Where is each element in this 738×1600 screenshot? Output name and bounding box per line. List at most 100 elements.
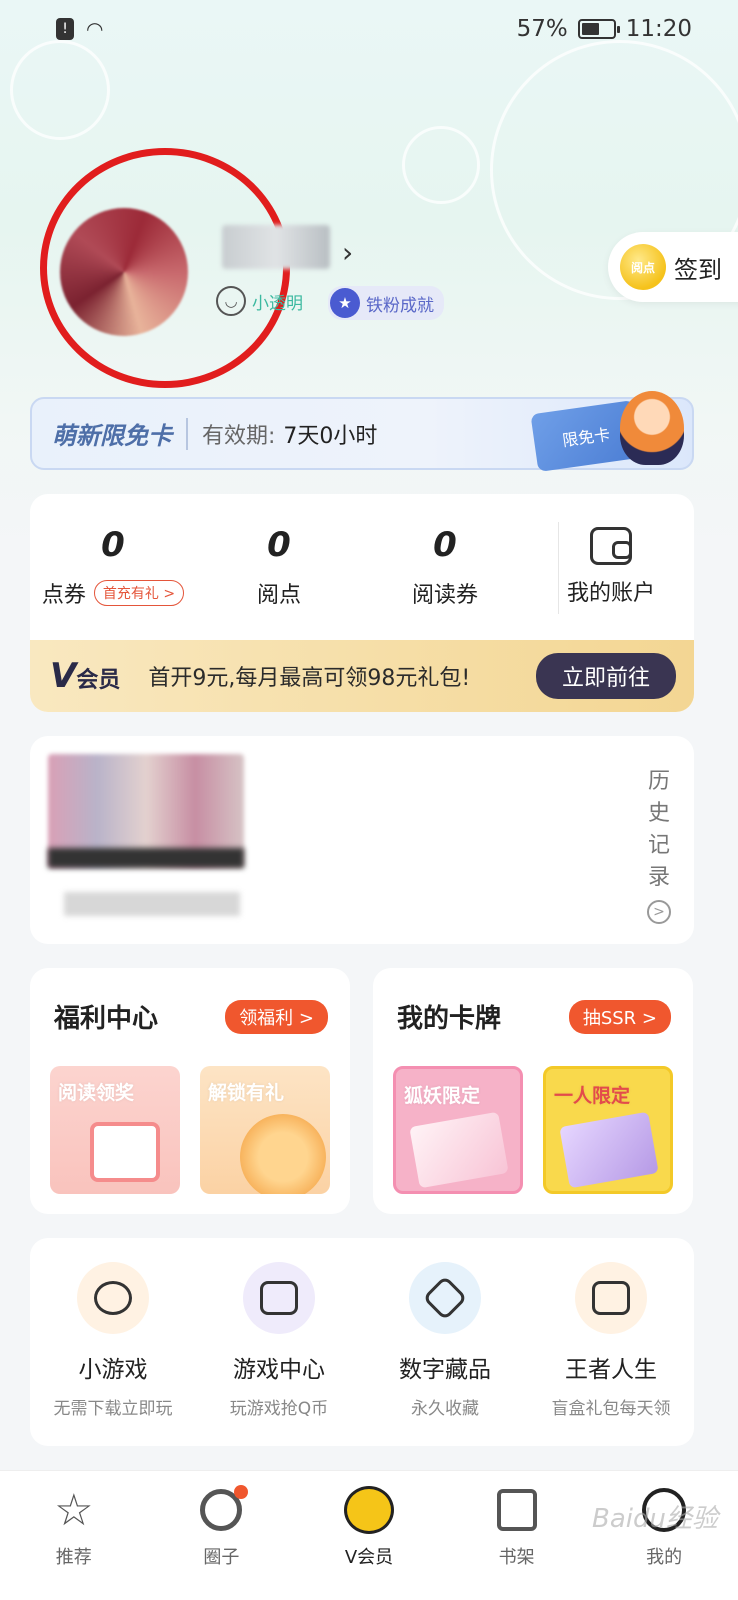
free-card-banner[interactable]: 萌新限免卡 有效期: 7天0小时 限免卡 (30, 391, 694, 472)
feature-sub: 永久收藏 (411, 1399, 479, 1419)
divider (186, 417, 188, 450)
vip-promo-bar[interactable]: V会员 首开9元,每月最高可领98元礼包! 立即前往 (30, 640, 694, 712)
tag-achievement-label: 铁粉成就 (366, 295, 434, 316)
feature-sub: 盲盒礼包每天领 (551, 1399, 671, 1419)
features-card: 小游戏 无需下载立即玩 游戏中心 玩游戏抢Q币 数字藏品 永久收藏 王者人生 盲… (30, 1238, 694, 1446)
tab-label: V会员 (344, 1547, 394, 1568)
stat-coupon-value: 0 (101, 525, 125, 565)
history-record-button[interactable]: 历 史 记 录 > (644, 766, 674, 924)
stat-coupon-label: 点券 (41, 583, 86, 608)
stat-coupon-label-row: 点券 首充有礼 > (41, 577, 185, 609)
feature-mini-games[interactable]: 小游戏 无需下载立即玩 (30, 1238, 196, 1446)
stat-read-voucher-value: 0 (433, 525, 457, 565)
card-tile-fox[interactable]: 狐妖限定 (393, 1066, 523, 1194)
feature-digital-collectibles[interactable]: 数字藏品 永久收藏 (362, 1238, 528, 1446)
bookshelf-icon-shape (496, 1489, 537, 1531)
stat-points-label: 阅点 (256, 583, 301, 608)
pacman-icon-shape (94, 1281, 132, 1315)
tag-rank[interactable]: ◡ 小透明 (216, 286, 303, 316)
clock: 11:20 (625, 16, 692, 42)
tab-me[interactable]: 我的 (590, 1471, 738, 1600)
feature-sub: 玩游戏抢Q币 (229, 1399, 329, 1419)
mascot-illustration (620, 391, 684, 465)
my-account-button[interactable]: 我的账户 (528, 494, 694, 640)
tag-rank-label: 小透明 (252, 293, 303, 314)
star-badge-icon: ★ (330, 288, 360, 318)
cards-title: 我的卡牌 (397, 1004, 502, 1034)
bookshelf-icon (492, 1485, 542, 1535)
smile-icon: ◡ (216, 286, 246, 316)
gamepad-icon (243, 1262, 315, 1334)
history-char: 史 (647, 801, 670, 826)
book-title-blurred (64, 892, 240, 916)
vip-logo: V会员 (50, 656, 120, 696)
vip-go-button[interactable]: 立即前往 (535, 653, 676, 699)
stat-read-voucher-label: 阅读券 (411, 583, 478, 608)
history-card: 历 史 记 录 > (30, 736, 694, 944)
username-blurred[interactable] (222, 225, 330, 269)
tab-recommend[interactable]: ☆ 推荐 (0, 1471, 148, 1600)
card-collection: 我的卡牌 抽SSR > 狐妖限定 一人限定 (373, 968, 693, 1214)
wallet-icon (590, 527, 632, 565)
welfare-card: 福利中心 领福利 > 阅读领奖 解锁有礼 (30, 968, 350, 1214)
welfare-button[interactable]: 领福利 > (225, 1000, 328, 1034)
cube-icon-shape (422, 1275, 468, 1321)
feature-game-center[interactable]: 游戏中心 玩游戏抢Q币 (196, 1238, 362, 1446)
stat-read-voucher[interactable]: 0 阅读券 (362, 494, 528, 640)
battery-percent: 57% (516, 16, 568, 42)
tab-vip[interactable]: V会员 (295, 1471, 443, 1600)
alert-icon: ! (56, 18, 74, 40)
vip-promo-text: 首开9元,每月最高可领98元礼包! (148, 666, 471, 691)
book-cover-blurred-bar (48, 848, 244, 868)
gift-box-icon-shape (592, 1281, 630, 1315)
welfare-tile-unlock[interactable]: 解锁有礼 (200, 1066, 330, 1194)
stat-coupon[interactable]: 0 点券 首充有礼 > (30, 494, 196, 640)
welfare-title: 福利中心 (54, 1004, 159, 1034)
ticket-text: 限免卡 (561, 424, 612, 451)
card-tile-one[interactable]: 一人限定 (543, 1066, 673, 1194)
history-char: 录 (647, 865, 670, 890)
draw-ssr-button[interactable]: 抽SSR > (568, 1000, 671, 1034)
history-char: 历 (647, 769, 670, 794)
signin-label: 签到 (674, 255, 722, 284)
tab-bookshelf[interactable]: 书架 (443, 1471, 591, 1600)
feature-name: 游戏中心 (233, 1357, 325, 1383)
first-recharge-badge[interactable]: 首充有礼 > (93, 580, 185, 606)
tab-label: 书架 (498, 1547, 535, 1568)
battery-icon (577, 19, 620, 39)
status-bar: ! ◠ 57% 11:20 (0, 0, 738, 58)
vip-icon (343, 1485, 394, 1535)
validity-label: 有效期: (202, 423, 276, 449)
feature-king-life[interactable]: 王者人生 盲盒礼包每天领 (528, 1238, 694, 1446)
tab-label: 推荐 (55, 1547, 92, 1568)
chevron-right-icon[interactable]: › (342, 236, 353, 269)
tag-achievement[interactable]: ★ 铁粉成就 (328, 286, 444, 320)
gamepad-icon-shape (260, 1281, 298, 1315)
bottom-tab-bar: ☆ 推荐 圈子 V会员 书架 我的 (0, 1470, 738, 1600)
feature-name: 王者人生 (565, 1357, 657, 1383)
battery-level (581, 23, 599, 35)
coin-icon: 阅点 (620, 244, 666, 290)
chevron-right-circle-icon: > (647, 900, 671, 924)
tab-circle[interactable]: 圈子 (148, 1471, 296, 1600)
stat-points[interactable]: 0 阅点 (196, 494, 362, 640)
vip-icon-badge (343, 1486, 394, 1534)
welfare-tile-read[interactable]: 阅读领奖 (50, 1066, 180, 1194)
tab-label: 圈子 (203, 1547, 240, 1568)
cube-icon (409, 1262, 481, 1334)
free-card-title: 萌新限免卡 (52, 422, 172, 450)
coin-icon (240, 1114, 326, 1194)
notification-dot (233, 1485, 248, 1499)
vip-logo-v: V (50, 656, 77, 696)
history-char: 记 (647, 833, 670, 858)
feature-name: 数字藏品 (399, 1357, 491, 1383)
my-account-label: 我的账户 (566, 581, 655, 606)
account-stats: 0 点券 首充有礼 > 0 阅点 0 阅读券 我的账户 (30, 494, 694, 640)
signin-button[interactable]: 阅点 签到 (608, 232, 738, 302)
feature-sub: 无需下载立即玩 (53, 1399, 173, 1419)
star-icon: ☆ (54, 1484, 94, 1536)
welfare-tile-unlock-label: 解锁有礼 (208, 1082, 285, 1104)
feature-name: 小游戏 (78, 1357, 148, 1383)
watermark-text: Baidu经验 (592, 1504, 718, 1534)
card-art (559, 1111, 659, 1189)
